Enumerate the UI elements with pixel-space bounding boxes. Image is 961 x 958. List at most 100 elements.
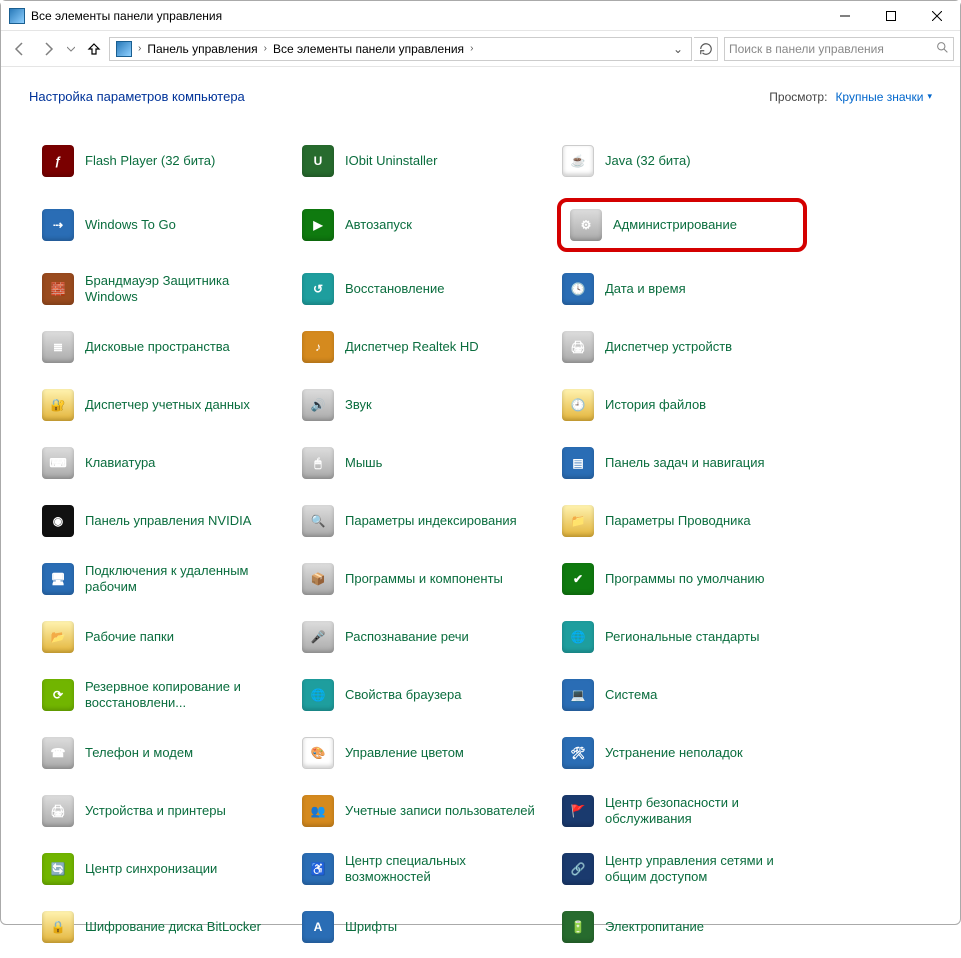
cp-item-label: Параметры индексирования bbox=[345, 513, 517, 529]
forward-button[interactable] bbox=[35, 36, 61, 62]
cp-item-label: Учетные записи пользователей bbox=[345, 803, 535, 819]
chevron-right-icon[interactable]: › bbox=[136, 43, 143, 54]
color-icon: 🎨 bbox=[301, 736, 335, 770]
cp-item-label: Программы по умолчанию bbox=[605, 571, 764, 587]
cp-item-label: Центр синхронизации bbox=[85, 861, 217, 877]
ease-icon: ♿ bbox=[301, 852, 335, 886]
cp-item-system[interactable]: 💻Система bbox=[557, 674, 807, 716]
explorer-icon: 📁 bbox=[561, 504, 595, 538]
window-controls bbox=[822, 1, 960, 31]
cp-item-firewall[interactable]: 🧱Брандмауэр Защитника Windows bbox=[37, 268, 287, 310]
cp-item-label: Шифрование диска BitLocker bbox=[85, 919, 261, 935]
cp-item-label: Свойства браузера bbox=[345, 687, 461, 703]
cp-item-label: Администрирование bbox=[613, 217, 737, 233]
wtg-icon: ⇢ bbox=[41, 208, 75, 242]
cp-item-taskbar[interactable]: ▤Панель задач и навигация bbox=[557, 442, 807, 484]
cp-item-devmgr[interactable]: 🖨Диспетчер устройств bbox=[557, 326, 807, 368]
cp-item-nvidia[interactable]: ◉Панель управления NVIDIA bbox=[37, 500, 287, 542]
cp-item-region[interactable]: 🌐Региональные стандарты bbox=[557, 616, 807, 658]
cp-item-fonts[interactable]: AШрифты bbox=[297, 906, 547, 948]
cp-item-realtek[interactable]: ♪Диспетчер Realtek HD bbox=[297, 326, 547, 368]
chevron-right-icon[interactable]: › bbox=[262, 43, 269, 54]
cp-item-explorer[interactable]: 📁Параметры Проводника bbox=[557, 500, 807, 542]
maximize-button[interactable] bbox=[868, 1, 914, 31]
cp-item-filehist[interactable]: 🕘История файлов bbox=[557, 384, 807, 426]
breadcrumb-seg-1[interactable]: Все элементы панели управления bbox=[269, 38, 468, 60]
cp-item-flash[interactable]: ƒFlash Player (32 бита) bbox=[37, 140, 287, 182]
view-label: Просмотр: bbox=[769, 90, 827, 104]
back-button[interactable] bbox=[7, 36, 33, 62]
region-icon: 🌐 bbox=[561, 620, 595, 654]
phone-icon: ☎ bbox=[41, 736, 75, 770]
trouble-icon: 🛠 bbox=[561, 736, 595, 770]
cp-item-users[interactable]: 👥Учетные записи пользователей bbox=[297, 790, 547, 832]
up-button[interactable] bbox=[81, 36, 107, 62]
cp-item-color[interactable]: 🎨Управление цветом bbox=[297, 732, 547, 774]
cp-item-label: Flash Player (32 бита) bbox=[85, 153, 215, 169]
cp-item-inetopt[interactable]: 🌐 Свойства браузера bbox=[297, 674, 547, 716]
refresh-button[interactable] bbox=[694, 37, 718, 61]
cp-item-power[interactable]: 🔋Электропитание bbox=[557, 906, 807, 948]
minimize-button[interactable] bbox=[822, 1, 868, 31]
cp-item-devices[interactable]: 🖨Устройства и принтеры bbox=[37, 790, 287, 832]
breadcrumb-dropdown[interactable]: ⌄ bbox=[667, 42, 689, 56]
admin-icon: ⚙ bbox=[569, 208, 603, 242]
cp-item-java[interactable]: ☕Java (32 бита) bbox=[557, 140, 807, 182]
workfolders-icon: 📂 bbox=[41, 620, 75, 654]
cp-item-iobit[interactable]: UIObit Uninstaller bbox=[297, 140, 547, 182]
cp-item-label: Центр специальных возможностей bbox=[345, 853, 543, 886]
inetopt-icon: 🌐 bbox=[301, 678, 335, 712]
cp-item-index[interactable]: 🔍 Параметры индексирования bbox=[297, 500, 547, 542]
view-options: Просмотр: Крупные значки bbox=[769, 90, 932, 104]
cp-item-wtg[interactable]: ⇢ Windows To Go bbox=[37, 198, 287, 252]
view-value-dropdown[interactable]: Крупные значки bbox=[835, 90, 932, 104]
chevron-right-icon[interactable]: › bbox=[468, 43, 475, 54]
cp-item-label: Центр безопасности и обслуживания bbox=[605, 795, 803, 828]
cp-item-label: Шрифты bbox=[345, 919, 397, 935]
cp-item-ease[interactable]: ♿ Центр специальных возможностей bbox=[297, 848, 547, 890]
cp-item-security[interactable]: 🚩Центр безопасности и обслуживания bbox=[557, 790, 807, 832]
mouse-icon: 🖱 bbox=[301, 446, 335, 480]
cp-item-storage[interactable]: ≣Дисковые пространства bbox=[37, 326, 287, 368]
cp-item-network[interactable]: 🔗Центр управления сетями и общим доступо… bbox=[557, 848, 807, 890]
cp-item-workfolders[interactable]: 📂Рабочие папки bbox=[37, 616, 287, 658]
cp-item-autorun[interactable]: ▶ Автозапуск bbox=[297, 198, 547, 252]
cp-item-sync[interactable]: 🔄Центр синхронизации bbox=[37, 848, 287, 890]
cp-item-trouble[interactable]: 🛠 Устранение неполадок bbox=[557, 732, 807, 774]
cp-item-speech[interactable]: 🎤Распознавание речи bbox=[297, 616, 547, 658]
control-panel-icon bbox=[9, 8, 25, 24]
search-box[interactable] bbox=[724, 37, 954, 61]
cp-item-programs[interactable]: 📦Программы и компоненты bbox=[297, 558, 547, 600]
breadcrumb[interactable]: › Панель управления › Все элементы панел… bbox=[109, 37, 692, 61]
cp-item-mouse[interactable]: 🖱Мышь bbox=[297, 442, 547, 484]
cp-item-label: Распознавание речи bbox=[345, 629, 469, 645]
cp-item-label: Устранение неполадок bbox=[605, 745, 743, 761]
cp-item-label: Windows To Go bbox=[85, 217, 176, 233]
cp-item-remote[interactable]: 🖥Подключения к удаленным рабочим bbox=[37, 558, 287, 600]
cp-item-cred[interactable]: 🔐Диспетчер учетных данных bbox=[37, 384, 287, 426]
cp-item-recovery[interactable]: ↺Восстановление bbox=[297, 268, 547, 310]
cp-item-backup[interactable]: ⟳Резервное копирование и восстановлени..… bbox=[37, 674, 287, 716]
cp-item-phone[interactable]: ☎Телефон и модем bbox=[37, 732, 287, 774]
breadcrumb-seg-0[interactable]: Панель управления bbox=[143, 38, 261, 60]
cp-item-bitlocker[interactable]: 🔒Шифрование диска BitLocker bbox=[37, 906, 287, 948]
cp-item-keyboard[interactable]: ⌨Клавиатура bbox=[37, 442, 287, 484]
cp-item-admin[interactable]: ⚙ Администрирование bbox=[557, 198, 807, 252]
cred-icon: 🔐 bbox=[41, 388, 75, 422]
backup-icon: ⟳ bbox=[41, 678, 75, 712]
titlebar: Все элементы панели управления bbox=[1, 1, 960, 31]
cp-item-label: Звук bbox=[345, 397, 372, 413]
cp-item-datetime[interactable]: 🕓Дата и время bbox=[557, 268, 807, 310]
recent-dropdown[interactable] bbox=[63, 36, 79, 62]
index-icon: 🔍 bbox=[301, 504, 335, 538]
cp-item-label: Центр управления сетями и общим доступом bbox=[605, 853, 803, 886]
iobit-icon: U bbox=[301, 144, 335, 178]
search-input[interactable] bbox=[729, 42, 949, 56]
cp-item-label: Автозапуск bbox=[345, 217, 412, 233]
cp-item-sound[interactable]: 🔊Звук bbox=[297, 384, 547, 426]
navigation-bar: › Панель управления › Все элементы панел… bbox=[1, 31, 960, 67]
java-icon: ☕ bbox=[561, 144, 595, 178]
autorun-icon: ▶ bbox=[301, 208, 335, 242]
cp-item-defaults[interactable]: ✔Программы по умолчанию bbox=[557, 558, 807, 600]
close-button[interactable] bbox=[914, 1, 960, 31]
